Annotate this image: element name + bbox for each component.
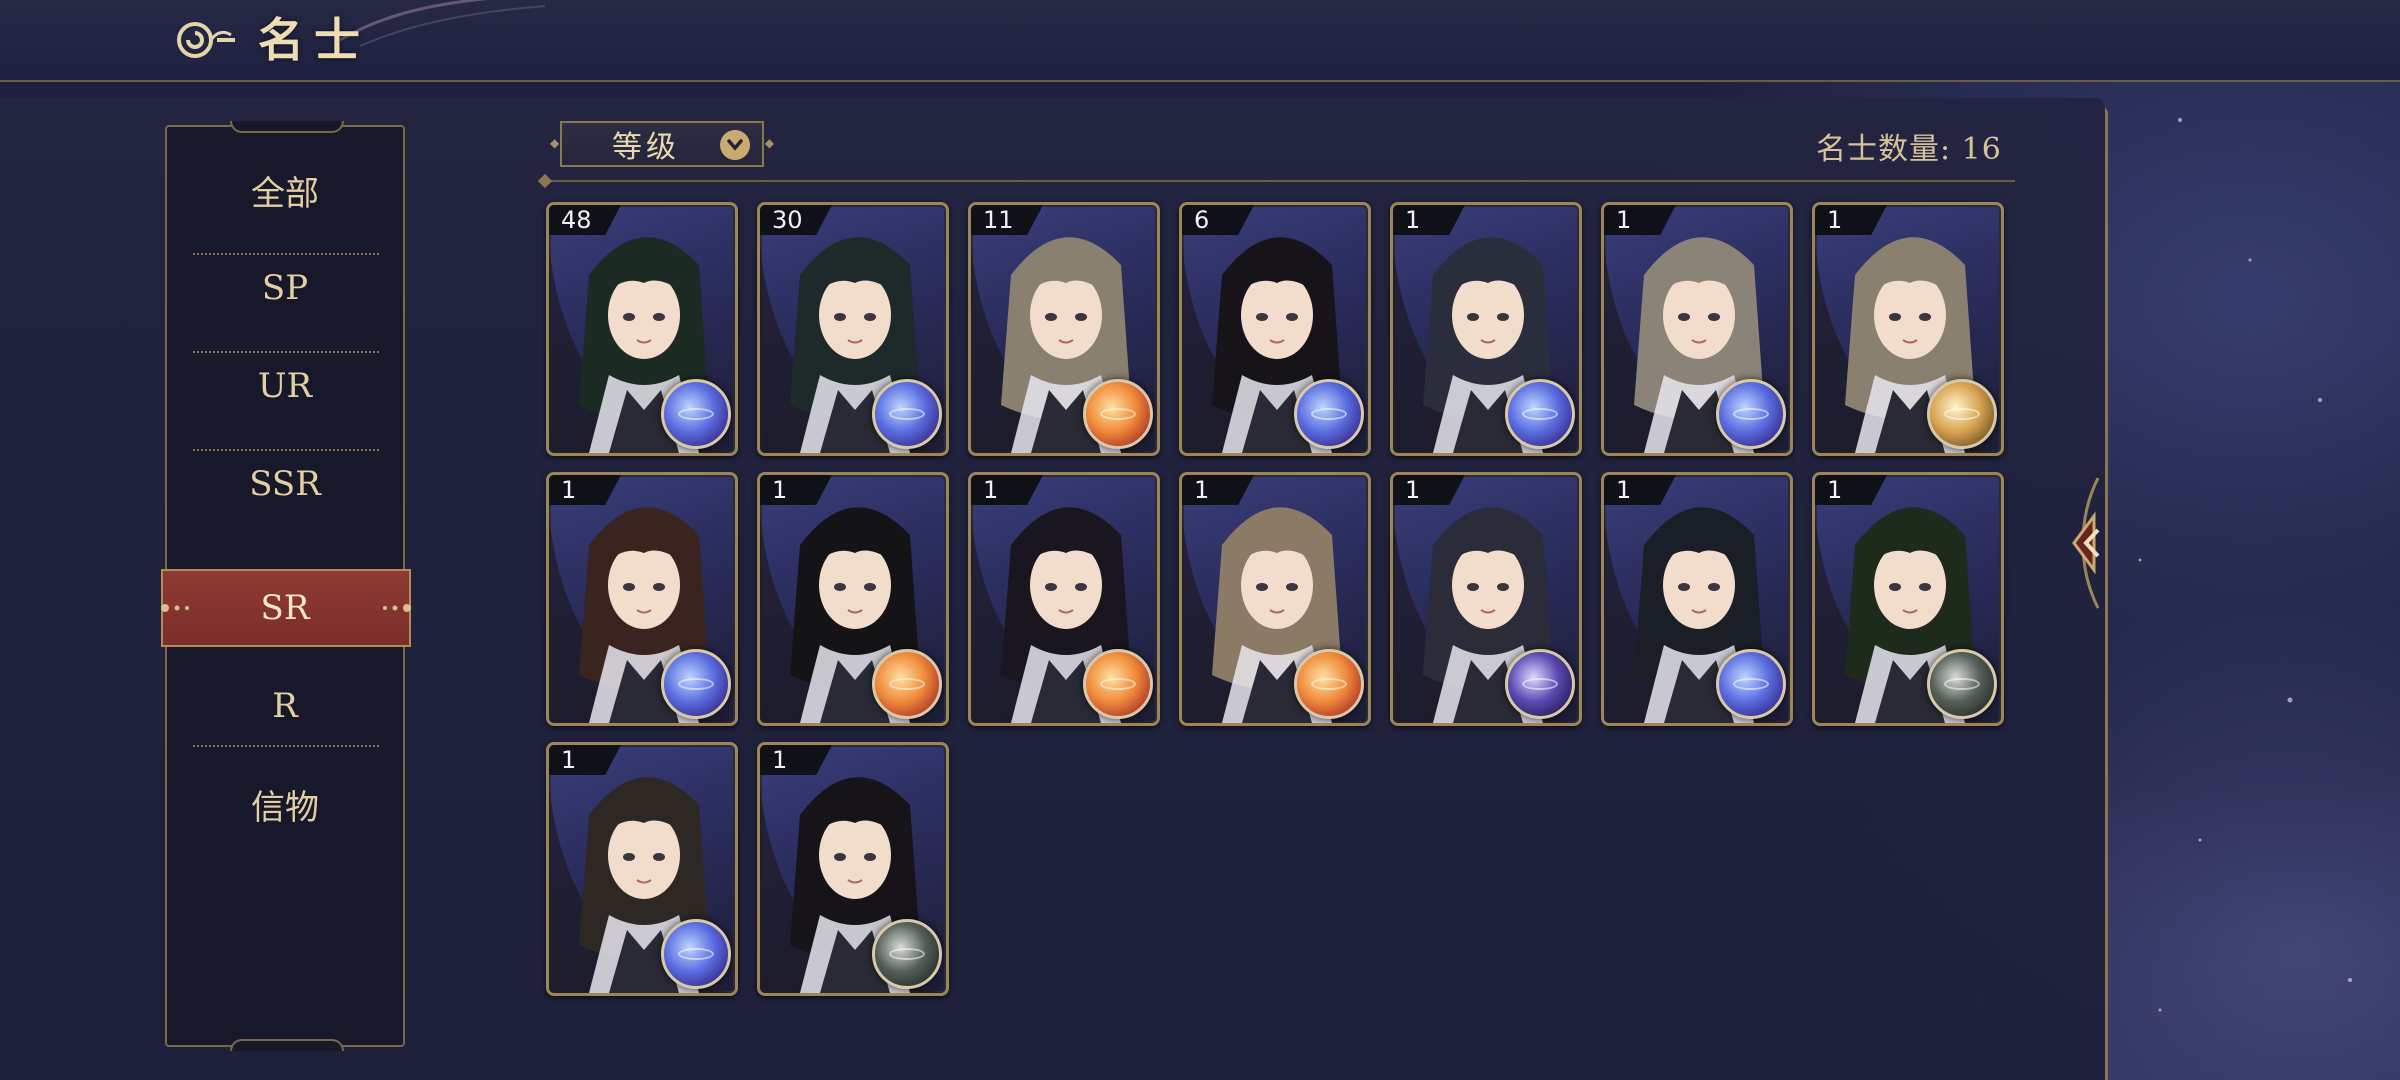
sidebar-item-all[interactable]: 全部 xyxy=(167,141,403,239)
rarity-sidebar: 全部 SP UR SSR SR R 信物 xyxy=(161,121,411,1051)
hero-card[interactable]: 1 xyxy=(1390,472,1582,726)
orbit-ring xyxy=(889,678,925,690)
game-screen: 名士 全部 SP UR SSR SR R 信物 ◆ 等级 ◆ 名士数量: 16 … xyxy=(0,0,2400,1080)
hero-card[interactable]: 1 xyxy=(1812,202,2004,456)
hero-card[interactable]: 1 xyxy=(1179,472,1371,726)
orbit-ring xyxy=(1100,408,1136,420)
blue-element-orb-icon xyxy=(1505,379,1575,449)
sidebar-item-sp[interactable]: SP xyxy=(167,239,403,337)
sidebar-item-r[interactable]: R xyxy=(167,657,403,755)
blue-element-orb-icon xyxy=(661,649,731,719)
orange-element-orb-icon xyxy=(1083,379,1153,449)
cloud-swirl-back-icon xyxy=(177,22,235,58)
sidebar-item-label: SP xyxy=(261,268,309,308)
blue-element-orb-icon xyxy=(872,379,942,449)
sidebar-item-label: R xyxy=(272,686,298,726)
hero-card[interactable]: 1 xyxy=(757,472,949,726)
orbit-ring xyxy=(678,948,714,960)
hero-card[interactable]: 11 xyxy=(968,202,1160,456)
divider xyxy=(193,745,379,747)
hero-card[interactable]: 1 xyxy=(1390,202,1582,456)
orbit-ring xyxy=(678,408,714,420)
hero-card[interactable]: 1 xyxy=(1812,472,2004,726)
hero-card[interactable]: 1 xyxy=(968,472,1160,726)
gold-element-orb-icon xyxy=(1927,379,1997,449)
orbit-ring xyxy=(1944,408,1980,420)
sidebar-item-label: SR xyxy=(260,588,310,628)
orbit-ring xyxy=(1522,678,1558,690)
grey-element-orb-icon xyxy=(872,919,942,989)
sort-dropdown-label: 等级 xyxy=(612,130,680,165)
orbit-ring xyxy=(1944,678,1980,690)
orbit-ring xyxy=(1522,408,1558,420)
hero-card-grid: 48 30 11 6 1 1 1 1 1 1 1 1 1 1 1 1 xyxy=(546,202,2016,1002)
hero-count-value: 16 xyxy=(1961,132,2002,167)
sidebar-item-label: 信物 xyxy=(251,787,319,828)
divider xyxy=(540,180,2015,182)
sidebar-item-label: 全部 xyxy=(251,173,319,214)
hero-card[interactable]: 1 xyxy=(546,742,738,996)
hero-card[interactable]: 1 xyxy=(1601,472,1793,726)
sidebar-item-ur[interactable]: UR xyxy=(167,337,403,435)
sidebar-item-ssr[interactable]: SSR xyxy=(167,435,403,533)
orange-element-orb-icon xyxy=(1083,649,1153,719)
page-title: 名士 xyxy=(258,13,370,67)
top-header-bar: 名士 xyxy=(0,0,2400,82)
hero-card[interactable]: 1 xyxy=(1601,202,1793,456)
orange-element-orb-icon xyxy=(1294,649,1364,719)
sidebar-item-label: SSR xyxy=(249,464,321,504)
orange-element-orb-icon xyxy=(872,649,942,719)
orbit-ring xyxy=(889,948,925,960)
orbit-ring xyxy=(889,408,925,420)
orbit-ring xyxy=(1733,408,1769,420)
hero-card[interactable]: 1 xyxy=(757,742,949,996)
hero-count: 名士数量: 16 xyxy=(1816,124,2002,168)
hero-card[interactable]: 1 xyxy=(546,472,738,726)
blue-element-orb-icon xyxy=(1294,379,1364,449)
blue-element-orb-icon xyxy=(1716,379,1786,449)
orbit-ring xyxy=(1311,408,1347,420)
hero-card[interactable]: 30 xyxy=(757,202,949,456)
sidebar-item-sr[interactable]: SR xyxy=(167,559,403,657)
orbit-ring xyxy=(1311,678,1347,690)
sidebar-item-label: UR xyxy=(257,366,313,406)
blue-element-orb-icon xyxy=(661,379,731,449)
orbit-ring xyxy=(1733,678,1769,690)
hero-card[interactable]: 6 xyxy=(1179,202,1371,456)
blue-element-orb-icon xyxy=(661,919,731,989)
grey-element-orb-icon xyxy=(1927,649,1997,719)
hero-card[interactable]: 48 xyxy=(546,202,738,456)
sidebar-item-keepsake[interactable]: 信物 xyxy=(167,755,403,853)
blue-element-orb-icon xyxy=(1716,649,1786,719)
orbit-ring xyxy=(1100,678,1136,690)
purple-element-orb-icon xyxy=(1505,649,1575,719)
back-button[interactable] xyxy=(160,12,250,68)
orbit-ring xyxy=(678,678,714,690)
collapse-arrow-button[interactable] xyxy=(2068,468,2120,618)
sort-dropdown[interactable]: 等级 xyxy=(550,121,774,167)
chevron-down-icon xyxy=(720,130,750,160)
hero-count-label: 名士数量: xyxy=(1816,132,1952,167)
